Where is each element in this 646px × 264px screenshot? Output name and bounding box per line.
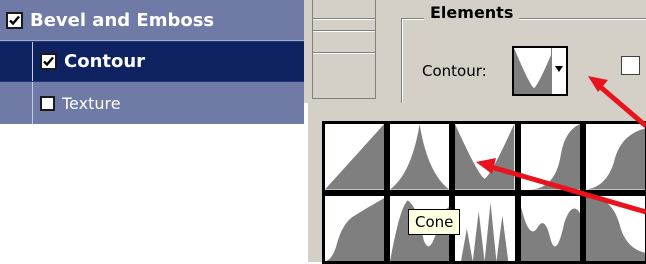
cove-contour-icon[interactable] — [583, 193, 646, 263]
preset-tooltip: Cone — [408, 209, 461, 235]
cone-contour-icon[interactable] — [453, 122, 517, 192]
structure-panel-edge — [312, 0, 376, 99]
contour-preset-picker — [308, 103, 646, 264]
sawtooth-contour-icon[interactable] — [518, 193, 582, 263]
s-curve-contour-icon[interactable] — [518, 122, 582, 192]
check-mark-icon — [43, 56, 54, 67]
style-item-label: Contour — [64, 51, 146, 72]
style-item-texture[interactable]: Texture — [0, 82, 304, 124]
linear-contour-icon[interactable] — [323, 122, 387, 192]
texture-checkbox[interactable] — [40, 95, 55, 111]
style-item-contour[interactable]: Contour — [0, 41, 304, 82]
check-mark-icon — [9, 15, 20, 25]
style-item-bevel-and-emboss[interactable]: Bevel and Emboss — [0, 0, 304, 41]
cone-contour-icon — [514, 48, 554, 94]
peak-contour-icon[interactable] — [388, 122, 452, 192]
contour-picker[interactable] — [512, 46, 568, 96]
style-item-label: Texture — [62, 93, 121, 113]
style-item-label: Bevel and Emboss — [30, 9, 215, 31]
contour-preset-grid — [322, 121, 646, 264]
chevron-down-icon[interactable] — [551, 48, 566, 94]
bevel-checkbox[interactable] — [6, 11, 23, 29]
half-round-contour-icon[interactable] — [583, 122, 646, 192]
contour-settings-panel: Elements Contour: — [304, 0, 646, 120]
elements-group-title: Elements — [424, 3, 520, 22]
rounded-steps-contour-icon[interactable] — [323, 193, 387, 263]
contour-label: Contour: — [422, 62, 487, 80]
anti-aliased-checkbox[interactable] — [621, 56, 640, 75]
contour-checkbox[interactable] — [40, 53, 57, 70]
layer-style-list: Bevel and Emboss Contour Texture — [0, 0, 304, 124]
double-ring-contour-icon[interactable] — [453, 193, 517, 263]
